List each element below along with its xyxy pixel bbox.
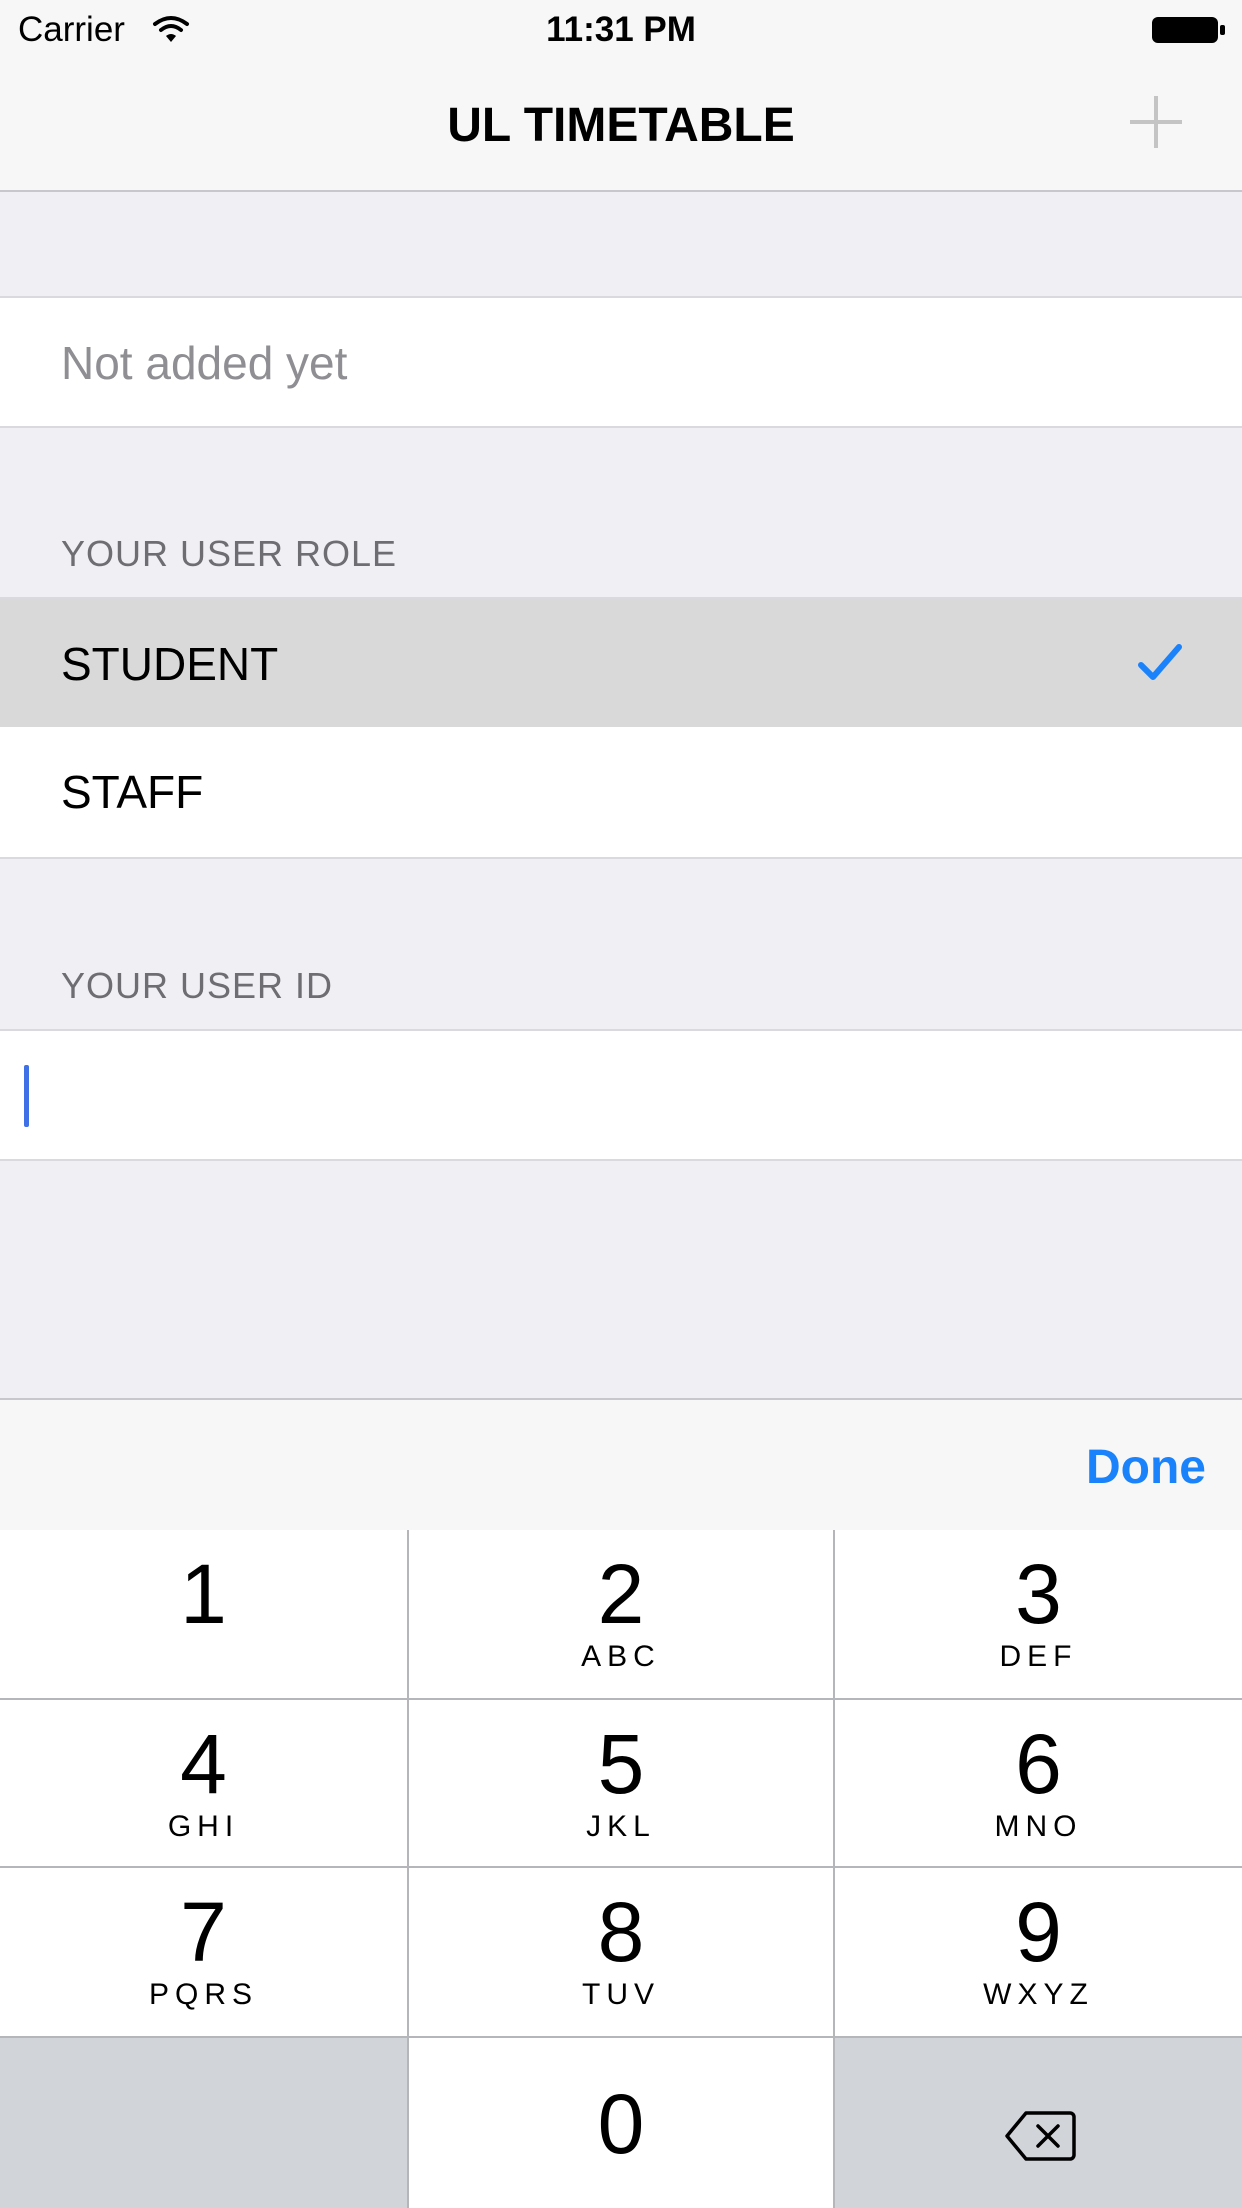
role-option-student[interactable]: STUDENT bbox=[0, 597, 1242, 729]
key-letters: WXYZ bbox=[983, 1978, 1094, 2011]
key-digit: 4 bbox=[180, 1717, 227, 1811]
navigation-bar: UL TIMETABLE bbox=[0, 62, 1242, 192]
page-title: UL TIMETABLE bbox=[447, 99, 795, 152]
keyboard-accessory-bar: Done bbox=[0, 1398, 1242, 1530]
status-bar: Carrier 11:31 PM bbox=[0, 0, 1242, 62]
key-letters: JKL bbox=[586, 1810, 656, 1843]
key-digit: 9 bbox=[1015, 1885, 1062, 1979]
battery-icon bbox=[1152, 17, 1225, 43]
key-digit: 3 bbox=[1015, 1547, 1062, 1641]
key-letters: MNO bbox=[994, 1810, 1083, 1843]
keypad-divider bbox=[407, 1530, 409, 2208]
text-cursor bbox=[24, 1065, 29, 1127]
done-button[interactable]: Done bbox=[1086, 1440, 1206, 1495]
course-row[interactable]: Not added yet bbox=[0, 296, 1242, 428]
key-9[interactable]: 9 WXYZ bbox=[835, 1868, 1242, 2036]
plus-icon[interactable] bbox=[1128, 94, 1184, 150]
key-letters: PQRS bbox=[148, 1978, 259, 2011]
key-7[interactable]: 7 PQRS bbox=[0, 1868, 407, 2036]
key-8[interactable]: 8 TUV bbox=[409, 1868, 833, 2036]
key-letters: DEF bbox=[999, 1640, 1078, 1673]
key-digit: 6 bbox=[1015, 1717, 1062, 1811]
key-1[interactable]: 1 bbox=[0, 1530, 407, 1698]
key-6[interactable]: 6 MNO bbox=[835, 1700, 1242, 1868]
key-digit: 7 bbox=[180, 1885, 227, 1979]
key-2[interactable]: 2 ABC bbox=[409, 1530, 833, 1698]
status-time: 11:31 PM bbox=[546, 10, 696, 49]
key-digit: 1 bbox=[180, 1547, 227, 1641]
key-digit: 5 bbox=[597, 1717, 645, 1811]
role-option-label: STAFF bbox=[61, 766, 204, 818]
key-digit: 2 bbox=[597, 1547, 645, 1641]
key-3[interactable]: 3 DEF bbox=[835, 1530, 1242, 1698]
section-header-user-role: YOUR USER ROLE bbox=[61, 533, 398, 574]
number-keypad: 1 2 ABC 3 DEF 4 GHI 5 JKL 6 MNO 7 PQRS 8… bbox=[0, 1530, 1242, 2208]
keypad-divider bbox=[0, 2036, 1242, 2038]
key-0[interactable]: 0 bbox=[409, 2038, 833, 2208]
role-option-label: STUDENT bbox=[61, 638, 279, 690]
checkmark-icon bbox=[1138, 644, 1182, 680]
key-letters: TUV bbox=[582, 1978, 660, 2011]
key-digit: 0 bbox=[597, 2077, 645, 2171]
keypad-divider bbox=[0, 1866, 1242, 1868]
course-placeholder: Not added yet bbox=[61, 337, 348, 389]
backspace-icon bbox=[1005, 2111, 1076, 2161]
key-5[interactable]: 5 JKL bbox=[409, 1700, 833, 1868]
key-digit: 8 bbox=[597, 1885, 645, 1979]
role-option-staff[interactable]: STAFF bbox=[0, 727, 1242, 859]
section-header-user-id: YOUR USER ID bbox=[61, 965, 334, 1006]
user-id-field[interactable] bbox=[0, 1029, 1242, 1161]
keypad-divider bbox=[0, 1698, 1242, 1700]
key-4[interactable]: 4 GHI bbox=[0, 1700, 407, 1868]
key-letters: ABC bbox=[581, 1640, 661, 1673]
key-blank bbox=[0, 2038, 407, 2208]
key-letters: GHI bbox=[167, 1810, 240, 1843]
keypad-divider bbox=[833, 1530, 835, 2208]
